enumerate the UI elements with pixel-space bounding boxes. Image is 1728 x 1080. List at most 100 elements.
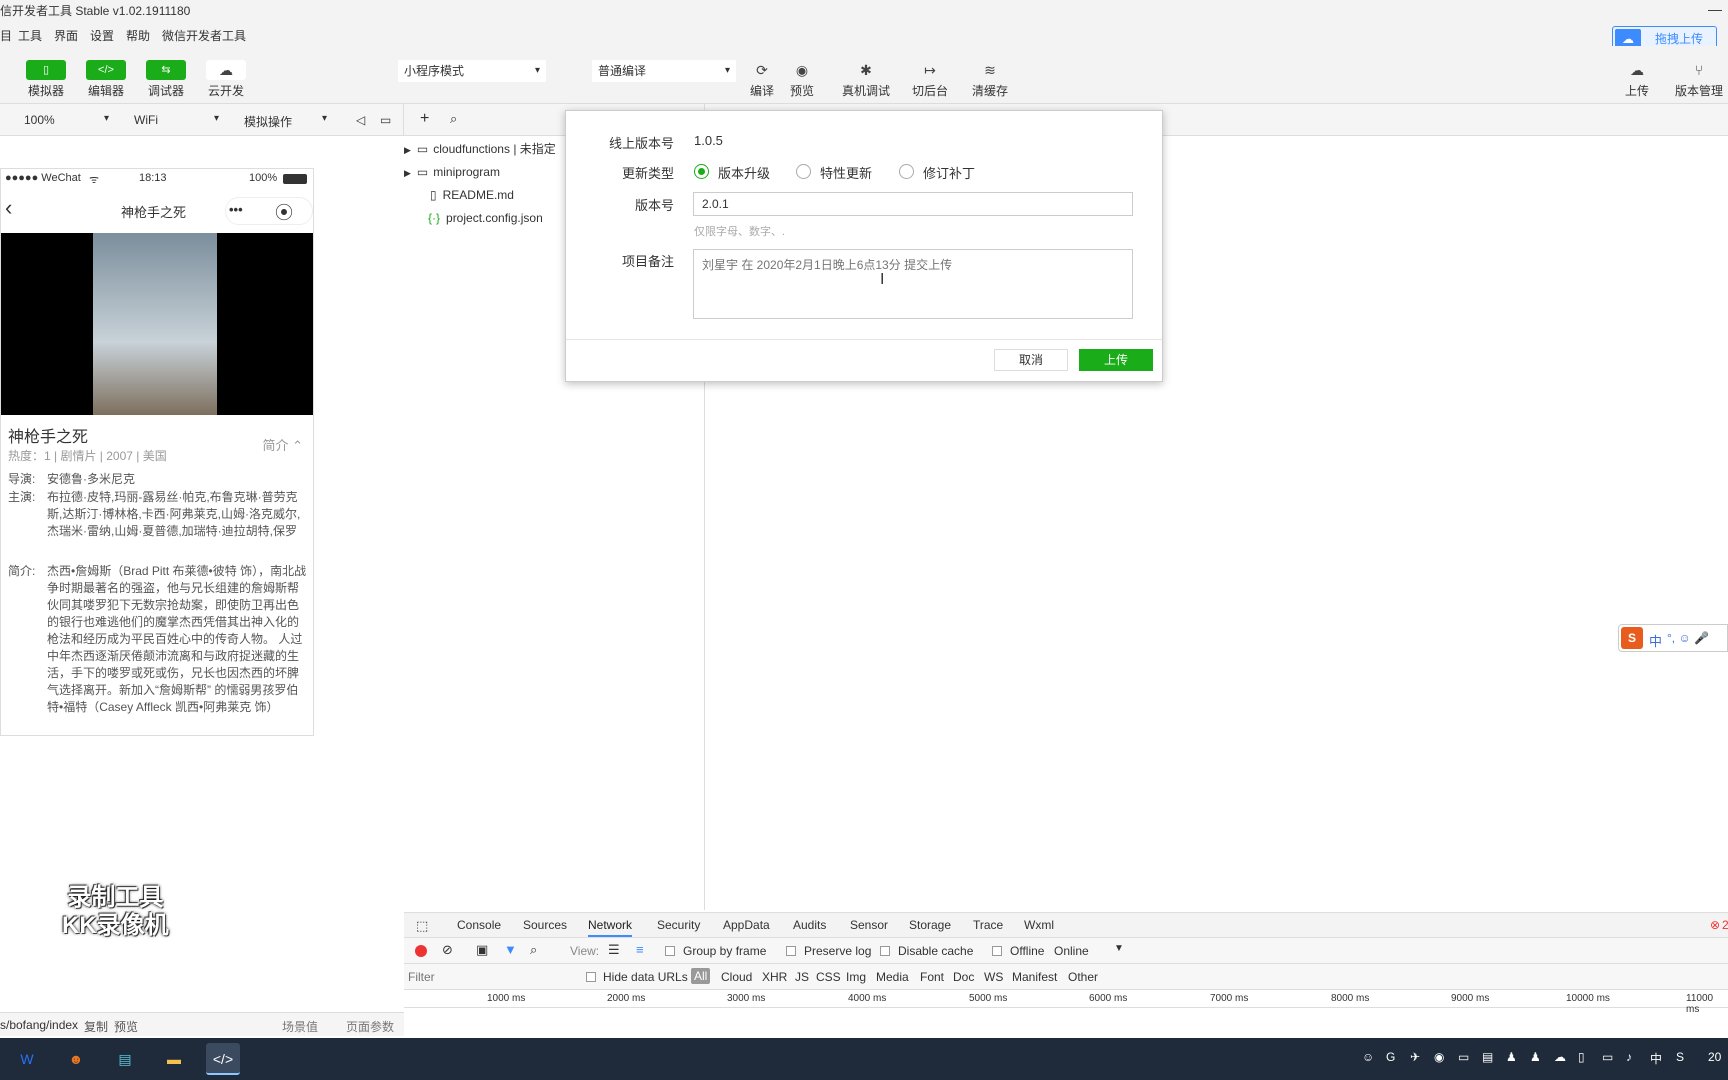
sound-icon[interactable]: ◁: [356, 113, 365, 127]
upload-confirm-button[interactable]: 上传: [1079, 349, 1153, 371]
throttle-select[interactable]: Online: [1054, 944, 1089, 958]
group-by-frame-checkbox[interactable]: [665, 946, 675, 956]
version-input[interactable]: [693, 192, 1133, 216]
tray-icon[interactable]: ☺: [1362, 1050, 1374, 1064]
note-textarea[interactable]: [693, 249, 1133, 319]
disable-cache-checkbox[interactable]: [880, 946, 890, 956]
inspect-icon[interactable]: ⬚: [416, 918, 428, 934]
cancel-button[interactable]: 取消: [994, 349, 1068, 371]
tray-icon[interactable]: ▯: [1578, 1050, 1585, 1064]
tab-network[interactable]: Network: [588, 918, 633, 937]
menu-settings[interactable]: 设置: [90, 27, 114, 44]
type-doc[interactable]: Doc: [953, 970, 974, 984]
notes-icon[interactable]: ▤: [108, 1043, 142, 1075]
tray-icon[interactable]: ♟: [1506, 1050, 1517, 1064]
offline-checkbox[interactable]: [992, 946, 1002, 956]
tree-item-readme[interactable]: ▯ README.md: [430, 184, 514, 206]
simulator-button[interactable]: ▯ 模拟器: [26, 60, 66, 99]
record-icon[interactable]: [415, 945, 427, 957]
tab-security[interactable]: Security: [657, 918, 700, 932]
zoom-select[interactable]: 100%: [24, 113, 55, 127]
radio-major[interactable]: 版本升级: [694, 163, 770, 182]
type-ws[interactable]: WS: [984, 970, 1003, 984]
menu-wechat-devtools[interactable]: 微信开发者工具: [162, 27, 246, 44]
type-manifest[interactable]: Manifest: [1012, 970, 1057, 984]
filter-icon[interactable]: ▼: [504, 942, 517, 957]
type-img[interactable]: Img: [846, 970, 866, 984]
hide-data-urls-checkbox[interactable]: [586, 972, 596, 982]
remote-debug-button[interactable]: ✱ 真机调试: [840, 60, 892, 99]
type-media[interactable]: Media: [876, 970, 909, 984]
type-other[interactable]: Other: [1068, 970, 1098, 984]
tray-icon[interactable]: ✈: [1410, 1050, 1420, 1064]
type-cloud[interactable]: Cloud: [721, 970, 752, 984]
copy-path-link[interactable]: 复制: [84, 1018, 108, 1035]
clock[interactable]: 20: [1708, 1050, 1721, 1064]
search-icon[interactable]: ⌕: [450, 111, 457, 127]
throttle-chevron-icon[interactable]: ▼: [1114, 943, 1124, 954]
tab-console[interactable]: Console: [457, 918, 501, 932]
radio-feature[interactable]: 特性更新: [796, 163, 872, 182]
list-view-icon[interactable]: ☰: [608, 942, 620, 958]
menu-tools[interactable]: 工具: [18, 27, 42, 44]
upload-button[interactable]: ☁ 上传: [1622, 60, 1652, 99]
clear-icon[interactable]: ⊘: [442, 942, 453, 958]
brief-toggle[interactable]: 简介 ⌃: [262, 435, 303, 454]
type-xhr[interactable]: XHR: [762, 970, 787, 984]
network-chevron-icon[interactable]: ▾: [214, 113, 219, 124]
tab-audits[interactable]: Audits: [793, 918, 826, 932]
menu-help[interactable]: 帮助: [126, 27, 150, 44]
filter-input[interactable]: [408, 967, 568, 987]
tray-icon[interactable]: G: [1386, 1050, 1395, 1064]
tray-icon[interactable]: ♟: [1530, 1050, 1541, 1064]
tab-wxml[interactable]: Wxml: [1024, 918, 1054, 932]
tray-icon[interactable]: ▤: [1482, 1050, 1493, 1064]
waterfall-icon[interactable]: ≡: [636, 942, 644, 957]
network-icon[interactable]: ▭: [1602, 1050, 1613, 1064]
type-css[interactable]: CSS: [816, 970, 841, 984]
menu-project[interactable]: 目: [0, 27, 12, 44]
type-js[interactable]: JS: [795, 970, 809, 984]
tray-icon[interactable]: ☁: [1554, 1050, 1566, 1064]
preview-link[interactable]: 预览: [114, 1018, 138, 1035]
tab-appdata[interactable]: AppData: [723, 918, 770, 932]
tree-item-project-config[interactable]: {·} project.config.json: [428, 207, 543, 229]
ime-lang[interactable]: 中: [1649, 631, 1662, 650]
back-icon[interactable]: ‹: [5, 195, 12, 221]
preview-button[interactable]: ◉ 预览: [788, 60, 816, 99]
error-icon[interactable]: ⊗: [1710, 918, 1720, 932]
search-icon[interactable]: ⌕: [530, 942, 537, 958]
window-icon[interactable]: ▭: [380, 113, 391, 127]
type-font[interactable]: Font: [920, 970, 944, 984]
cloud-dev-button[interactable]: ☁ 云开发: [206, 60, 246, 99]
record-icon[interactable]: ⦿: [275, 199, 293, 225]
type-all[interactable]: All: [691, 968, 711, 984]
more-icon[interactable]: •••: [229, 202, 243, 217]
version-manage-button[interactable]: ⑂ 版本管理: [1674, 60, 1724, 99]
minimize-button[interactable]: —: [1708, 0, 1722, 20]
page-params-button[interactable]: 页面参数: [346, 1018, 394, 1035]
qq-browser-icon[interactable]: ☻: [59, 1043, 93, 1075]
tab-storage[interactable]: Storage: [909, 918, 951, 932]
sim-ops-select[interactable]: 模拟操作: [244, 113, 292, 130]
tray-icon[interactable]: ◉: [1434, 1050, 1444, 1064]
sogou-logo-icon[interactable]: S: [1621, 627, 1643, 649]
camera-icon[interactable]: ▣: [476, 942, 488, 958]
compile-select[interactable]: 普通编译: [592, 60, 736, 82]
tab-sources[interactable]: Sources: [523, 918, 567, 932]
wps-icon[interactable]: W: [10, 1043, 44, 1075]
debugger-button[interactable]: ⇆ 调试器: [146, 60, 186, 99]
sogou-tray-icon[interactable]: S: [1676, 1050, 1684, 1064]
tree-item-miniprogram[interactable]: ▶ ▭ miniprogram: [404, 161, 500, 183]
zoom-chevron-icon[interactable]: ▾: [104, 113, 109, 124]
clear-cache-button[interactable]: ≋ 清缓存: [970, 60, 1010, 99]
wechat-devtools-icon[interactable]: </>: [206, 1043, 240, 1075]
sim-ops-chevron-icon[interactable]: ▾: [322, 113, 327, 124]
tab-trace[interactable]: Trace: [973, 918, 1003, 932]
background-button[interactable]: ↦ 切后台: [910, 60, 950, 99]
editor-button[interactable]: </> 编辑器: [86, 60, 126, 99]
preserve-log-checkbox[interactable]: [786, 946, 796, 956]
volume-icon[interactable]: ♪: [1626, 1050, 1632, 1064]
tab-sensor[interactable]: Sensor: [850, 918, 888, 932]
tree-item-cloudfunctions[interactable]: ▶ ▭ cloudfunctions | 未指定: [404, 138, 556, 160]
